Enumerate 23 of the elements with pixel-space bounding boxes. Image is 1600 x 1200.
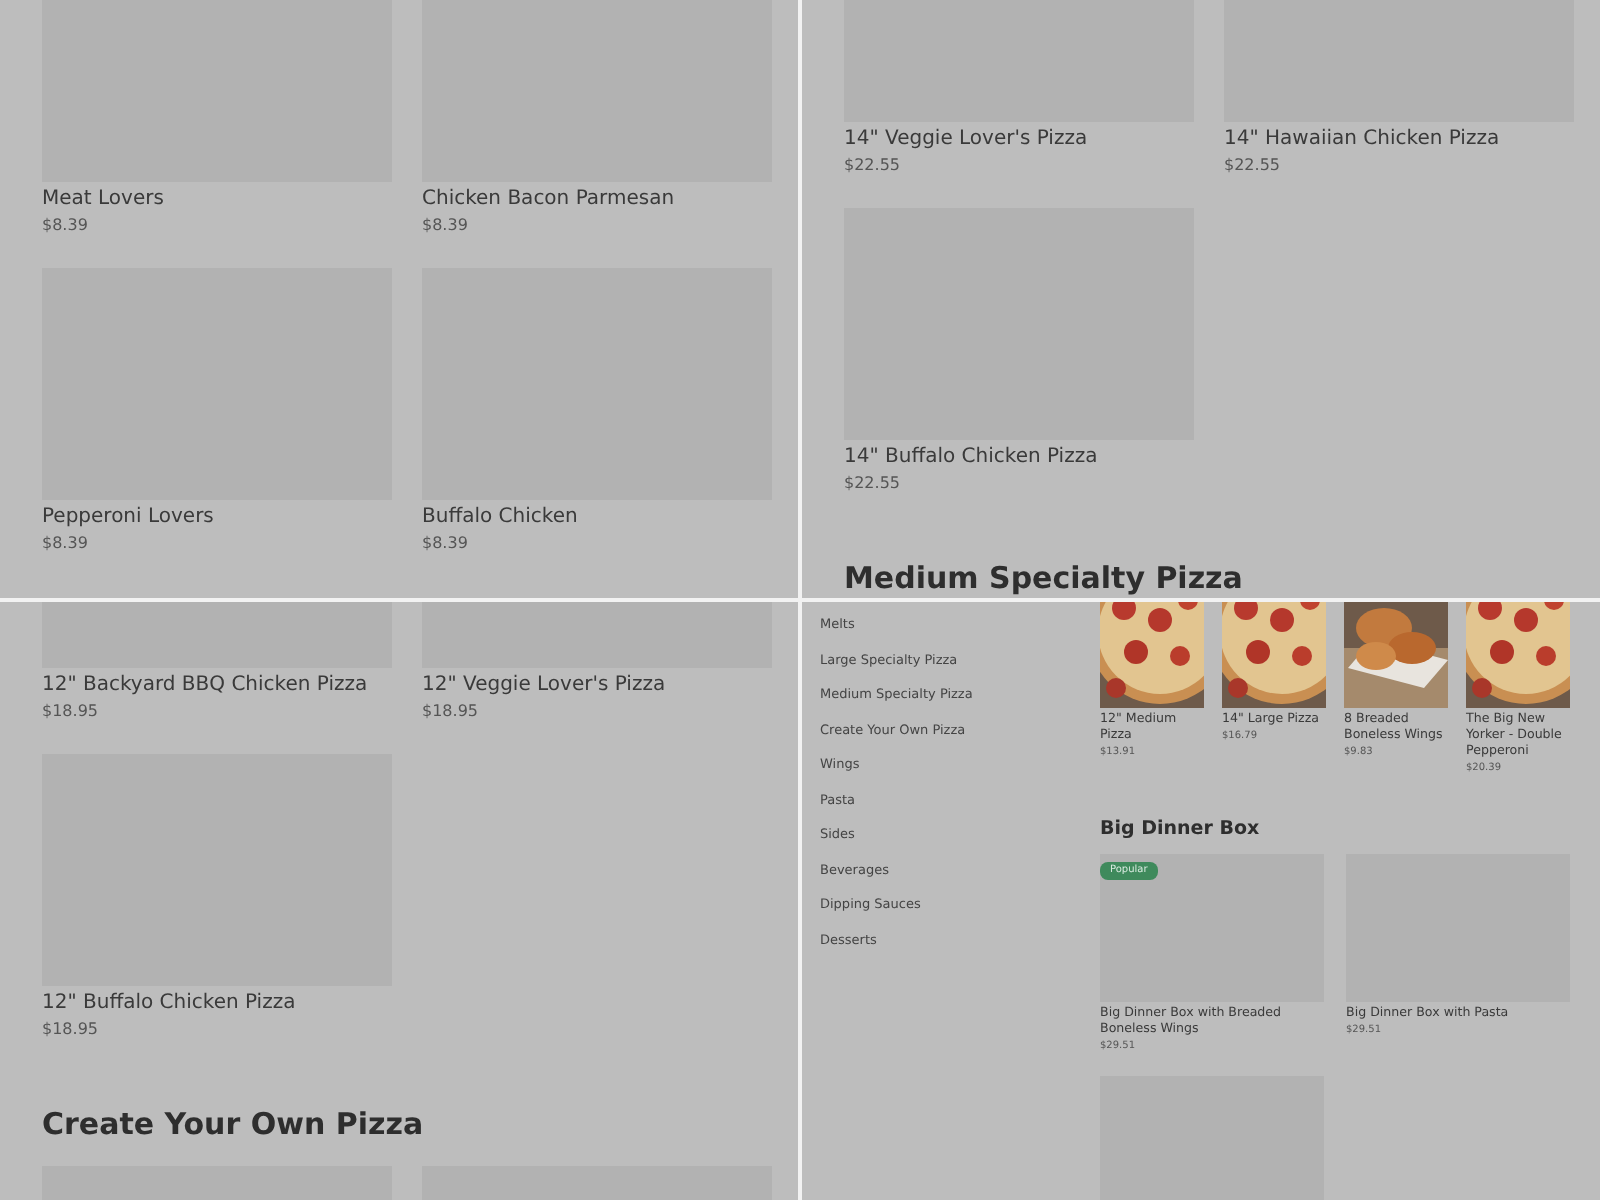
item-name[interactable]: 12" Veggie Lover's Pizza — [422, 672, 772, 700]
item-price: $18.95 — [42, 700, 100, 724]
item-name[interactable]: 12" Buffalo Chicken Pizza — [42, 990, 392, 1018]
item-name[interactable]: 14" Hawaiian Chicken Pizza — [1224, 126, 1574, 154]
item-name[interactable]: 12" Backyard BBQ Chicken Pizza — [42, 672, 392, 700]
item-name[interactable]: Meat Lovers — [42, 186, 392, 214]
item-price: $22.55 — [1224, 154, 1282, 178]
item-price: $8.39 — [42, 532, 90, 556]
section-heading: Medium Specialty Pizza — [844, 558, 1245, 598]
section-heading: Big Dinner Box — [1100, 816, 1262, 842]
item-name[interactable]: 14" Buffalo Chicken Pizza — [844, 444, 1194, 472]
item-price: $22.55 — [844, 472, 902, 496]
item-price: $8.39 — [422, 532, 470, 556]
item-price: $18.95 — [422, 700, 480, 724]
item-name[interactable]: Chicken Bacon Parmesan — [422, 186, 772, 214]
item-price: $8.39 — [42, 214, 90, 238]
item-name[interactable]: 14" Veggie Lover's Pizza — [844, 126, 1194, 154]
item-name[interactable]: Buffalo Chicken — [422, 504, 772, 532]
item-name[interactable]: Pepperoni Lovers — [42, 504, 392, 532]
item-price: $8.39 — [422, 214, 470, 238]
item-price: $22.55 — [844, 154, 902, 178]
item-price: $18.95 — [42, 1018, 100, 1042]
section-heading: Create Your Own Pizza — [42, 1104, 426, 1144]
